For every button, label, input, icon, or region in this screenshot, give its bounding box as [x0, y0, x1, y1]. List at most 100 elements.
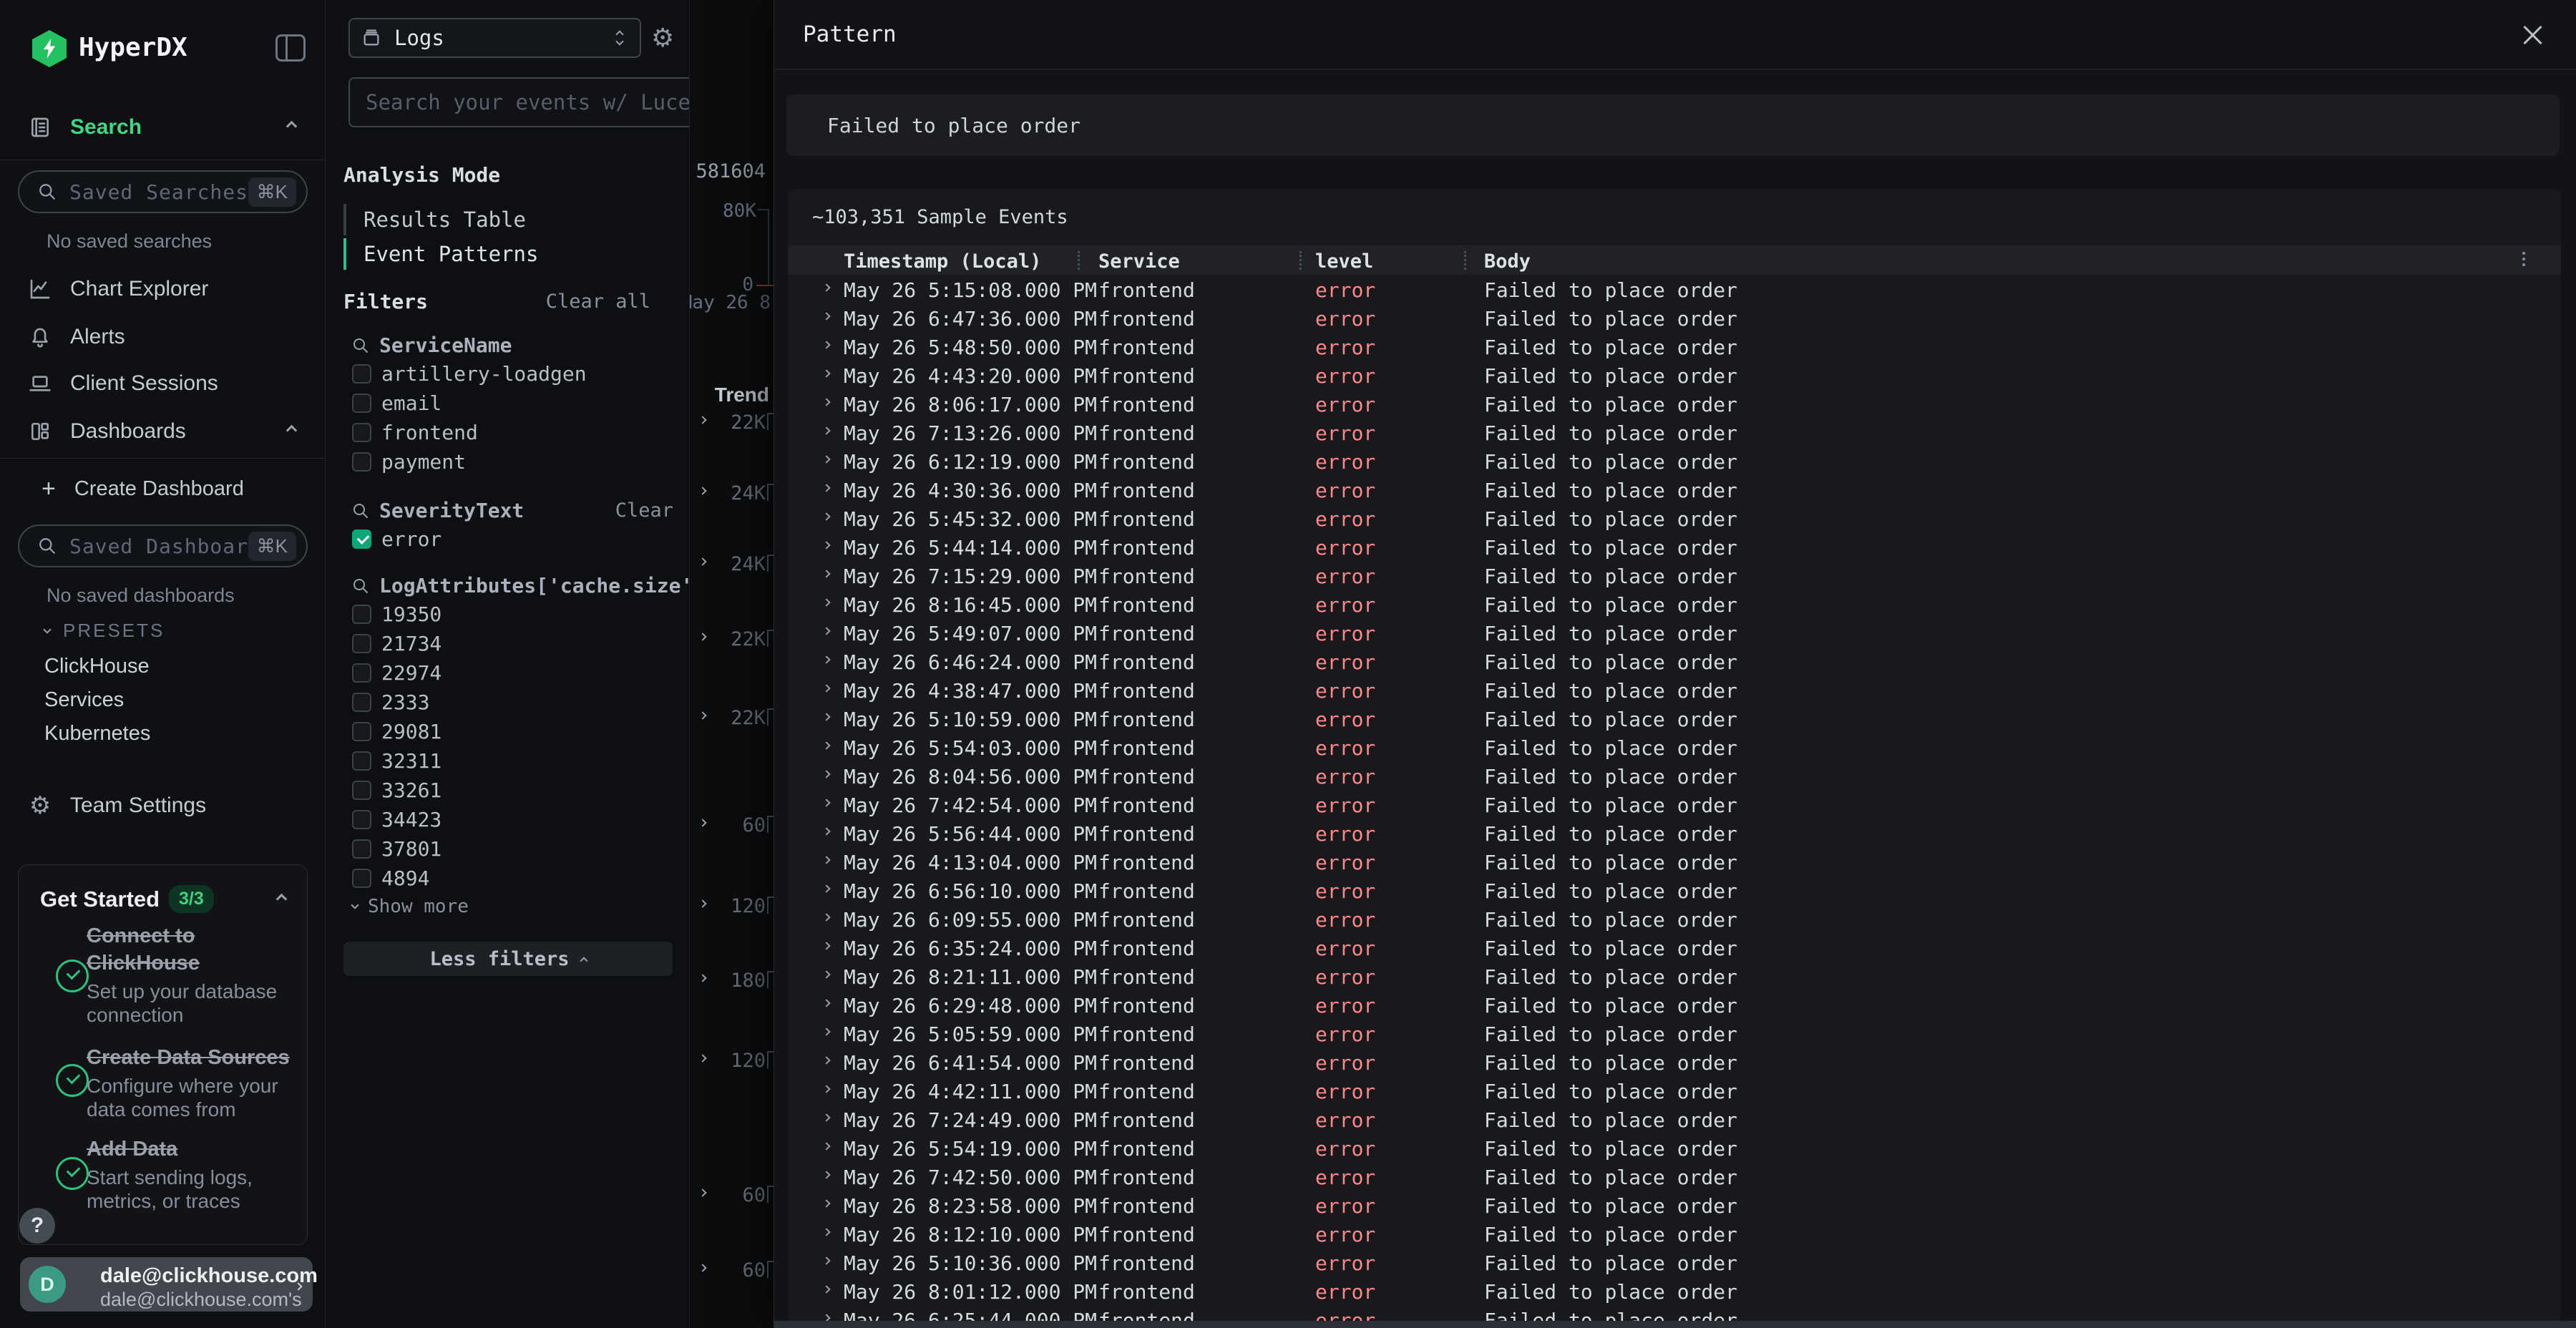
table-row[interactable]: May 26 7:15:29.000 PMfrontenderrorFailed… — [788, 561, 2561, 590]
expand-row-icon[interactable] — [822, 970, 830, 978]
table-row[interactable]: May 26 5:45:32.000 PMfrontenderrorFailed… — [788, 504, 2561, 532]
expand-row-icon[interactable] — [822, 1228, 830, 1236]
table-row[interactable]: May 26 7:42:50.000 PMfrontenderrorFailed… — [788, 1162, 2561, 1191]
table-row[interactable]: May 26 7:24:49.000 PMfrontenderrorFailed… — [788, 1105, 2561, 1133]
sidebar-item-client-sessions[interactable]: Client Sessions — [0, 363, 326, 404]
filter-option-29081[interactable]: 29081 — [352, 717, 441, 746]
expand-row-icon[interactable] — [822, 455, 830, 463]
table-row[interactable]: May 26 6:41:54.000 PMfrontenderrorFailed… — [788, 1048, 2561, 1076]
gs-item-title[interactable]: Connect to ClickHouse — [87, 922, 301, 977]
expand-pattern-icon[interactable] — [698, 487, 706, 494]
table-row[interactable]: May 26 6:47:36.000 PMfrontenderrorFailed… — [788, 303, 2561, 332]
expand-pattern-icon[interactable] — [698, 974, 706, 982]
expand-row-icon[interactable] — [822, 369, 830, 377]
table-row[interactable]: May 26 6:46:24.000 PMfrontenderrorFailed… — [788, 647, 2561, 675]
search-icon[interactable] — [352, 502, 369, 519]
checkbox[interactable] — [352, 751, 371, 771]
expand-row-icon[interactable] — [822, 856, 830, 864]
expand-row-icon[interactable] — [822, 341, 830, 348]
column-resize-handle[interactable] — [1299, 251, 1302, 270]
expand-row-icon[interactable] — [822, 999, 830, 1007]
gs-item-title[interactable]: Add Data — [87, 1136, 301, 1163]
source-settings-gear-icon[interactable]: ⚙ — [651, 26, 674, 52]
table-row[interactable]: May 26 5:15:08.000 PMfrontenderrorFailed… — [788, 275, 2561, 303]
expand-pattern-icon[interactable] — [698, 899, 706, 907]
checkbox[interactable] — [352, 605, 371, 624]
table-row[interactable]: May 26 8:06:17.000 PMfrontenderrorFailed… — [788, 389, 2561, 418]
sidebar-item-search[interactable]: Search — [0, 107, 326, 147]
table-row[interactable]: May 26 5:54:03.000 PMfrontenderrorFailed… — [788, 733, 2561, 761]
source-select[interactable]: Logs — [348, 18, 641, 58]
column-resize-handle[interactable] — [1464, 251, 1466, 270]
filter-option-19350[interactable]: 19350 — [352, 600, 441, 628]
create-dashboard-button[interactable]: + Create Dashboard — [0, 469, 326, 509]
checkbox[interactable] — [352, 364, 371, 384]
search-icon[interactable] — [352, 337, 369, 354]
expand-row-icon[interactable] — [822, 799, 830, 806]
table-row[interactable]: May 26 4:42:11.000 PMfrontenderrorFailed… — [788, 1076, 2561, 1105]
preset-clickhouse[interactable]: ClickHouse — [44, 655, 150, 678]
table-row[interactable]: May 26 6:56:10.000 PMfrontenderrorFailed… — [788, 876, 2561, 904]
checkbox[interactable] — [352, 529, 371, 549]
mode-results-table[interactable]: Results Table — [343, 202, 526, 237]
table-row[interactable]: May 26 5:44:14.000 PMfrontenderrorFailed… — [788, 532, 2561, 561]
sidebar-item-dashboards[interactable]: Dashboards — [0, 411, 326, 451]
filter-option-email[interactable]: email — [352, 389, 441, 417]
checkbox[interactable] — [352, 781, 371, 800]
expand-row-icon[interactable] — [822, 1199, 830, 1207]
table-row[interactable]: May 26 5:05:59.000 PMfrontenderrorFailed… — [788, 1019, 2561, 1048]
expand-row-icon[interactable] — [822, 1085, 830, 1093]
expand-pattern-icon[interactable] — [698, 557, 706, 565]
collapse-sidebar-icon[interactable] — [275, 34, 306, 62]
checkbox[interactable] — [352, 394, 371, 413]
filter-option-artillery-loadgen[interactable]: artillery-loadgen — [352, 359, 587, 388]
expand-pattern-icon[interactable] — [698, 1054, 706, 1062]
expand-row-icon[interactable] — [822, 598, 830, 606]
col-level[interactable]: level — [1315, 250, 1373, 273]
table-options-kebab-icon[interactable] — [2522, 252, 2525, 266]
sidebar-item-team-settings[interactable]: ⚙ Team Settings — [0, 786, 326, 826]
column-resize-handle[interactable] — [1078, 251, 1080, 270]
saved-searches-input[interactable]: Saved Searches ⌘K — [18, 170, 308, 213]
clear-all-filters-button[interactable]: Clear all — [546, 290, 650, 313]
user-menu[interactable]: D dale@clickhouse.com dale@clickhouse.co… — [20, 1257, 313, 1312]
expand-pattern-icon[interactable] — [698, 1264, 706, 1271]
expand-row-icon[interactable] — [822, 713, 830, 721]
table-row[interactable]: May 26 5:48:50.000 PMfrontenderrorFailed… — [788, 332, 2561, 361]
expand-row-icon[interactable] — [822, 426, 830, 434]
collapse-get-started[interactable] — [278, 894, 286, 907]
expand-pattern-icon[interactable] — [698, 1188, 706, 1196]
expand-row-icon[interactable] — [822, 655, 830, 663]
filter-option-error[interactable]: error — [352, 524, 441, 553]
checkbox[interactable] — [352, 810, 371, 829]
expand-row-icon[interactable] — [822, 1027, 830, 1035]
table-row[interactable]: May 26 8:12:10.000 PMfrontenderrorFailed… — [788, 1219, 2561, 1248]
table-row[interactable]: May 26 6:09:55.000 PMfrontenderrorFailed… — [788, 904, 2561, 933]
table-row[interactable]: May 26 8:01:12.000 PMfrontenderrorFailed… — [788, 1276, 2561, 1305]
expand-row-icon[interactable] — [822, 1171, 830, 1178]
table-row[interactable]: May 26 5:49:07.000 PMfrontenderrorFailed… — [788, 618, 2561, 647]
expand-row-icon[interactable] — [822, 312, 830, 320]
clear-severity-button[interactable]: Clear — [615, 499, 673, 522]
table-row[interactable]: May 26 5:54:19.000 PMfrontenderrorFailed… — [788, 1133, 2561, 1162]
table-row[interactable]: May 26 6:12:19.000 PMfrontenderrorFailed… — [788, 446, 2561, 475]
filter-option-payment[interactable]: payment — [352, 447, 466, 476]
expand-row-icon[interactable] — [822, 884, 830, 892]
checkbox[interactable] — [352, 693, 371, 712]
help-button[interactable]: ? — [19, 1208, 55, 1244]
mode-event-patterns[interactable]: Event Patterns — [343, 237, 538, 271]
table-row[interactable]: May 26 8:04:56.000 PMfrontenderrorFailed… — [788, 761, 2561, 790]
expand-row-icon[interactable] — [822, 684, 830, 692]
expand-row-icon[interactable] — [822, 741, 830, 749]
expand-pattern-icon[interactable] — [698, 711, 706, 719]
table-row[interactable]: May 26 8:21:11.000 PMfrontenderrorFailed… — [788, 962, 2561, 990]
table-row[interactable]: May 26 4:30:36.000 PMfrontenderrorFailed… — [788, 475, 2561, 504]
table-row[interactable]: May 26 8:16:45.000 PMfrontenderrorFailed… — [788, 590, 2561, 618]
table-row[interactable]: May 26 6:29:48.000 PMfrontenderrorFailed… — [788, 990, 2561, 1019]
table-row[interactable]: May 26 4:13:04.000 PMfrontenderrorFailed… — [788, 847, 2561, 876]
expand-row-icon[interactable] — [822, 827, 830, 835]
expand-row-icon[interactable] — [822, 570, 830, 577]
expand-row-icon[interactable] — [822, 770, 830, 778]
expand-row-icon[interactable] — [822, 283, 830, 291]
col-body[interactable]: Body — [1484, 250, 1531, 273]
